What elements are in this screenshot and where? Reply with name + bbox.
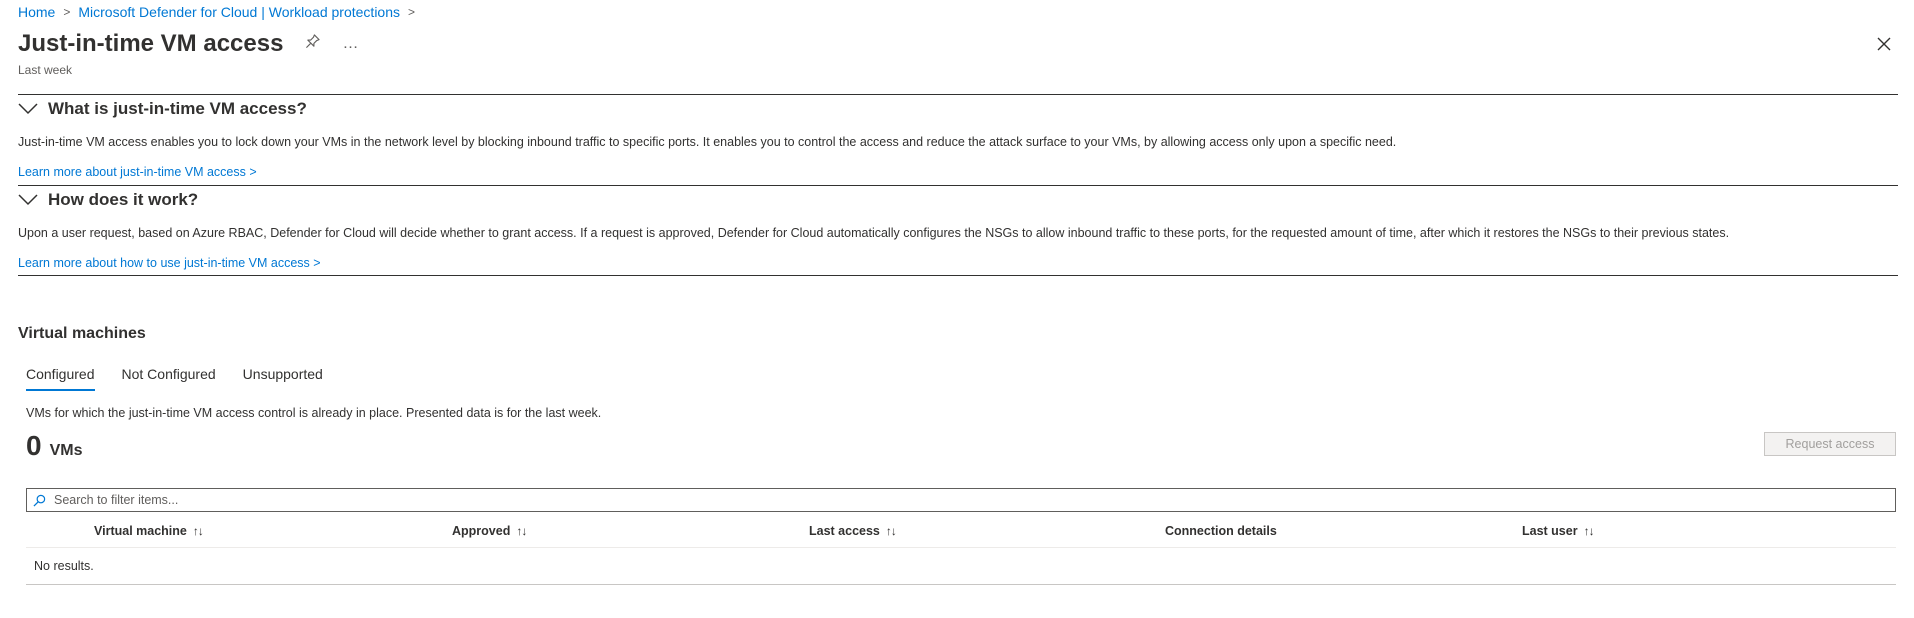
divider: [18, 275, 1898, 276]
search-icon: [33, 494, 46, 507]
page-subtitle: Last week: [18, 63, 73, 77]
column-label: Connection details: [1165, 524, 1277, 538]
section-title: What is just-in-time VM access?: [48, 99, 307, 118]
page-title: Just-in-time VM access: [18, 30, 284, 57]
tab-not-configured[interactable]: Not Configured: [122, 366, 216, 391]
empty-table-message: No results.: [26, 548, 1896, 585]
breadcrumb-workload-protections-link[interactable]: Microsoft Defender for Cloud | Workload …: [78, 4, 400, 20]
chevron-down-icon: [18, 103, 38, 115]
breadcrumb-separator: >: [63, 5, 71, 19]
chevron-down-icon: [18, 194, 38, 206]
section-title: How does it work?: [48, 190, 199, 209]
column-header-virtual-machine[interactable]: Virtual machine ↑↓: [94, 524, 452, 538]
section-how-it-works-toggle[interactable]: How does it work?: [18, 186, 1898, 214]
sort-icon: ↑↓: [192, 524, 204, 538]
search-input[interactable]: [52, 492, 1895, 508]
column-label: Last access: [809, 524, 880, 538]
learn-more-jit-link[interactable]: Learn more about just-in-time VM access …: [18, 165, 1898, 179]
column-header-connection-details: Connection details: [1165, 524, 1522, 538]
table-header: Virtual machine ↑↓ Approved ↑↓ Last acce…: [26, 515, 1896, 548]
column-label: Virtual machine: [94, 524, 187, 538]
breadcrumb: Home > Microsoft Defender for Cloud | Wo…: [18, 4, 423, 20]
column-label: Last user: [1522, 524, 1578, 538]
section-body: Just-in-time VM access enables you to lo…: [18, 135, 1397, 149]
search-box: [26, 488, 1896, 512]
sort-icon: ↑↓: [885, 524, 897, 538]
vm-count-unit: VMs: [49, 442, 83, 459]
close-icon[interactable]: [1876, 36, 1892, 52]
tab-unsupported[interactable]: Unsupported: [243, 366, 323, 391]
vm-count: 0 VMs: [26, 430, 82, 462]
more-options-icon[interactable]: …: [342, 35, 358, 53]
column-label: Approved: [452, 524, 511, 538]
pin-icon[interactable]: [305, 34, 321, 54]
title-row: Just-in-time VM access …: [18, 30, 358, 58]
vm-count-number: 0: [26, 430, 42, 461]
vm-table: Virtual machine ↑↓ Approved ↑↓ Last acce…: [26, 515, 1896, 585]
request-access-button[interactable]: Request access: [1764, 432, 1896, 456]
breadcrumb-separator: >: [408, 5, 416, 19]
vm-tabs: Configured Not Configured Unsupported: [26, 366, 350, 391]
section-body: Upon a user request, based on Azure RBAC…: [18, 226, 1730, 240]
virtual-machines-heading: Virtual machines: [18, 325, 146, 342]
section-what-is-jit: What is just-in-time VM access? Just-in-…: [18, 94, 1898, 179]
column-header-last-user[interactable]: Last user ↑↓: [1522, 524, 1595, 538]
breadcrumb-home-link[interactable]: Home: [18, 4, 55, 20]
section-what-is-jit-toggle[interactable]: What is just-in-time VM access?: [18, 95, 1898, 123]
sort-icon: ↑↓: [1583, 524, 1595, 538]
column-header-approved[interactable]: Approved ↑↓: [452, 524, 809, 538]
sort-icon: ↑↓: [516, 524, 527, 538]
section-how-it-works: How does it work? Upon a user request, b…: [18, 185, 1898, 270]
tab-description: VMs for which the just-in-time VM access…: [26, 406, 602, 420]
column-header-last-access[interactable]: Last access ↑↓: [809, 524, 1165, 538]
tab-configured[interactable]: Configured: [26, 366, 95, 391]
learn-more-how-to-use-link[interactable]: Learn more about how to use just-in-time…: [18, 256, 1898, 270]
